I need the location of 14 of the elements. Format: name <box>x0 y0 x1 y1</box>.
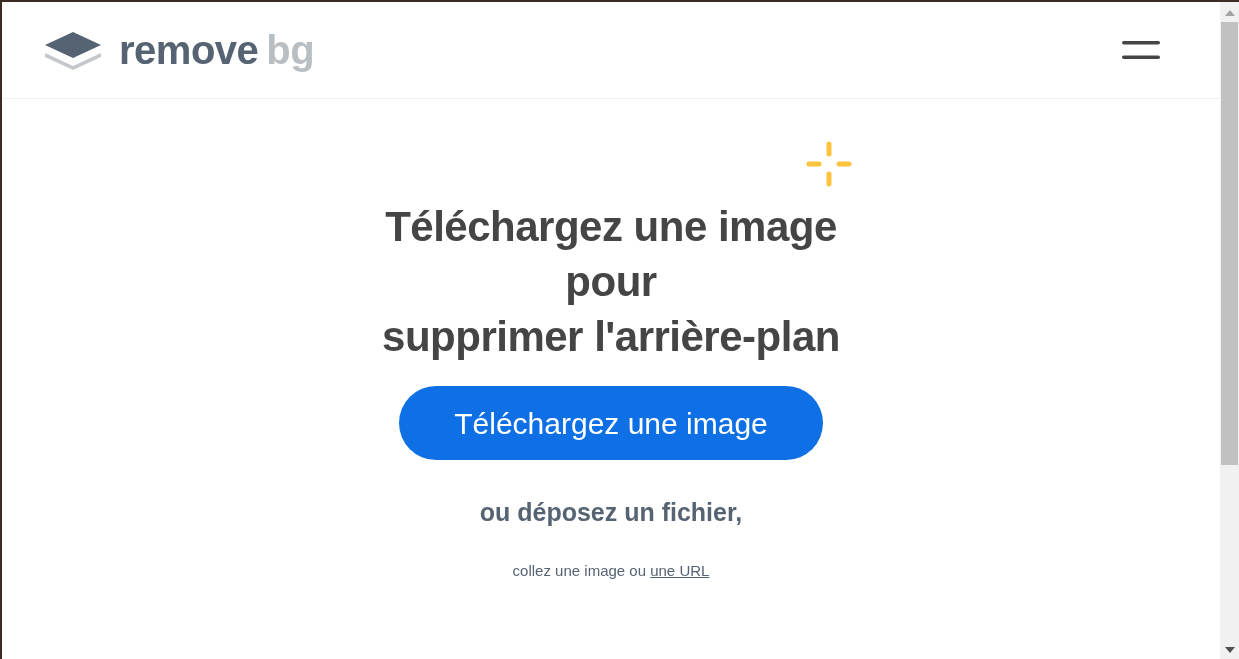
scroll-thumb[interactable] <box>1221 22 1238 465</box>
logo-icon <box>43 30 103 70</box>
scroll-up-icon[interactable] <box>1224 10 1235 16</box>
url-link[interactable]: une URL <box>650 561 710 579</box>
sparkle-icon <box>805 141 852 187</box>
menu-icon[interactable] <box>1122 41 1160 59</box>
scroll-down-icon[interactable] <box>1224 647 1235 653</box>
logo-text: remove <box>119 30 259 70</box>
paste-hint: collez une image ou une URL <box>512 560 710 581</box>
page-heading: Téléchargez une image pour supprimer l'arrière-plan <box>382 202 840 362</box>
upload-button[interactable]: Téléchargez une image <box>399 386 823 460</box>
scrollbar[interactable] <box>1220 2 1239 659</box>
drop-hint: ou déposez un fichier, <box>479 497 743 528</box>
logo-text: bg <box>266 30 315 70</box>
